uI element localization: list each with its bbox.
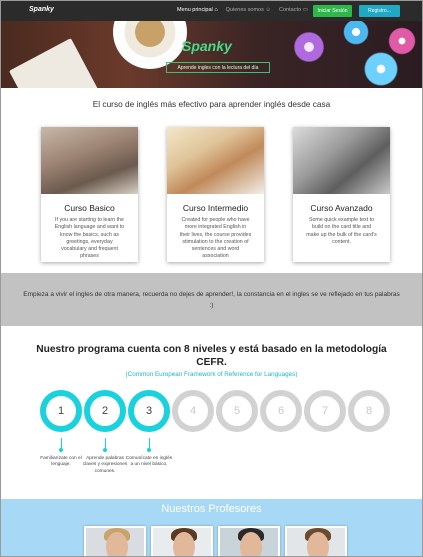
card-title: Curso Avanzado (310, 203, 373, 213)
teacher-face (106, 532, 128, 556)
navbar: Spanky Menu principal ⌂ Quienes somos ☺ … (1, 1, 422, 21)
card-text: If you are starting to learn the English… (54, 217, 125, 260)
program-title: Nuestro programa cuenta con 8 niveles y … (36, 344, 387, 368)
flower-image (386, 25, 418, 57)
level-connector-dot (147, 448, 151, 452)
card-title: Curso Basico (64, 203, 115, 213)
course-image (167, 127, 264, 194)
nav-menu: Menu principal ⌂ Quienes somos ☺ Contact… (177, 7, 308, 13)
teacher-photo[interactable] (84, 526, 146, 556)
level-circle-2[interactable]: 2 (84, 390, 126, 432)
teacher-face (173, 532, 195, 556)
level-circle-7[interactable]: 7 (304, 390, 346, 432)
level-connector-dot (103, 448, 107, 452)
level-circle-6[interactable]: 6 (260, 390, 302, 432)
level-description-2: Aprende palabras claves y expresiones co… (82, 456, 128, 474)
home-icon: ⌂ (214, 7, 218, 13)
card-title: Curso Intermedio (182, 203, 249, 213)
teacher-photo[interactable] (218, 526, 280, 556)
level-circle-3[interactable]: 3 (128, 390, 170, 432)
hero-tagline: Aprende ingles con la lectura del día (166, 62, 270, 73)
nav-item-quienes-somos[interactable]: Quienes somos ☺ (226, 7, 271, 13)
register-button[interactable]: Registro... (359, 5, 400, 17)
section-title: El curso de inglés más efectivo para apr… (92, 99, 331, 109)
motivation-band: Empieza a vivir el ingles de otra manera… (1, 273, 422, 326)
nav-item-menu-principal[interactable]: Menu principal ⌂ (177, 7, 218, 13)
brand-logo[interactable]: Spanky (29, 6, 54, 13)
course-card-basico[interactable]: Curso Basico If you are starting to lear… (41, 127, 138, 262)
level-description-1: Familiarízate con el lenguaje. (40, 456, 82, 468)
course-card-avanzado[interactable]: Curso Avanzado Some quick example text t… (293, 127, 390, 262)
teacher-face (240, 532, 262, 556)
card-text: Some quick example text to build on the … (306, 217, 377, 245)
course-image (293, 127, 390, 194)
people-icon: ☺ (265, 7, 272, 13)
motivation-text: Empieza a vivir el ingles de otra manera… (23, 291, 400, 309)
level-circle-1[interactable]: 1 (40, 390, 82, 432)
level-circle-5[interactable]: 5 (216, 390, 258, 432)
book-image (9, 38, 99, 88)
nav-item-contacto[interactable]: Contacto ▭ (279, 7, 308, 13)
course-card-intermedio[interactable]: Curso Intermedio Created for people who … (167, 127, 264, 262)
level-circle-4[interactable]: 4 (172, 390, 214, 432)
teacher-photo[interactable] (151, 526, 213, 556)
level-description-3: Comunícate en inglés a un nivel básico. (125, 456, 173, 468)
login-button[interactable]: Iniciar Sesión (313, 5, 352, 17)
card-text: Created for people who have more integra… (179, 217, 252, 260)
flower-image (291, 29, 327, 65)
teacher-face (307, 532, 329, 556)
course-image (41, 127, 138, 194)
teachers-section: Nuestros Profesores (1, 499, 422, 556)
teacher-photo[interactable] (285, 526, 347, 556)
chat-icon: ▭ (302, 7, 308, 13)
teachers-title: Nuestros Profesores (161, 503, 262, 515)
flower-image (341, 21, 371, 47)
program-subtitle: (Common European Framework of Reference … (125, 371, 298, 378)
page: Spanky Menu principal ⌂ Quienes somos ☺ … (0, 0, 423, 557)
level-connector-dot (59, 448, 63, 452)
level-circle-8[interactable]: 8 (348, 390, 390, 432)
hero-title: Spanky (182, 38, 232, 54)
hero-banner: Spanky Aprende ingles con la lectura del… (1, 21, 422, 88)
